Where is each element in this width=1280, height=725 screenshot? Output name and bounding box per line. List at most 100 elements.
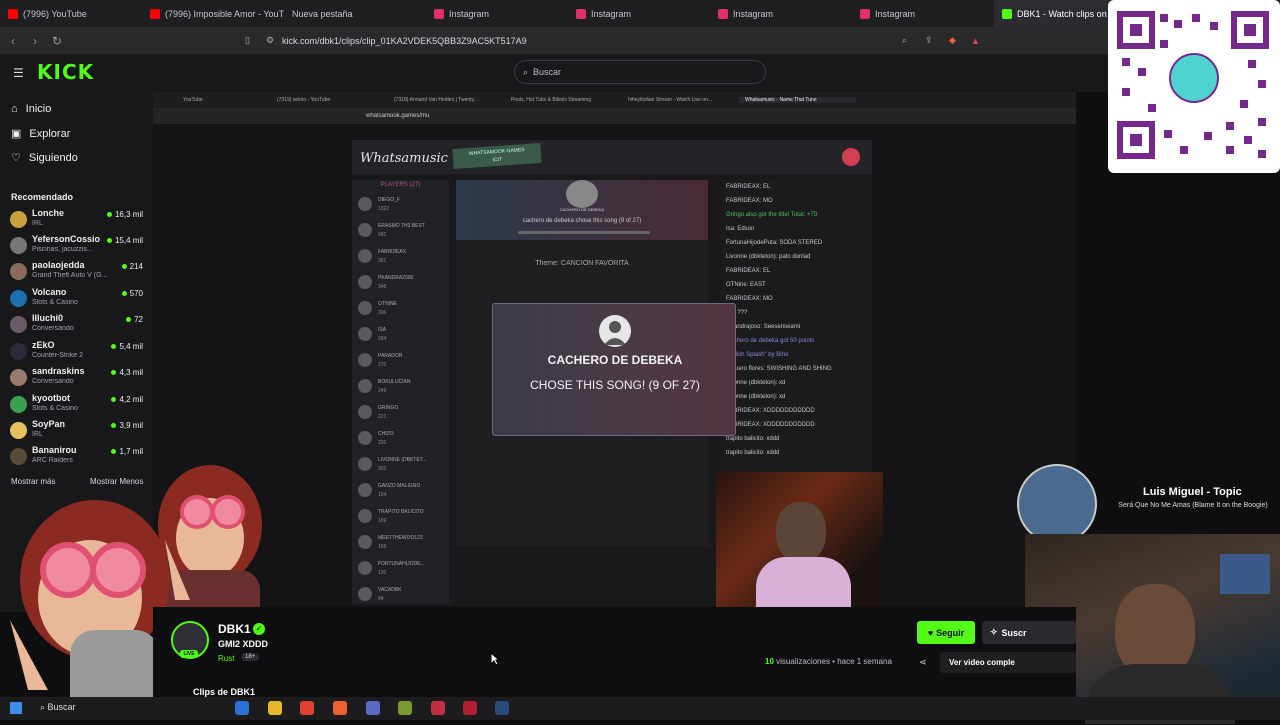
player-row: GRINGO 221	[358, 402, 446, 424]
address-bar[interactable]: ▯ ⚙ kick.com/dbk1/clips/clip_01KA2VDEK5Q…	[245, 30, 990, 51]
chrome-icon[interactable]	[300, 701, 314, 715]
player-row: CHIZO 220	[358, 428, 446, 450]
channel-item[interactable]: sandraskins Conversando 4,3 mil	[10, 366, 145, 388]
reload-icon[interactable]: ↻	[48, 32, 66, 50]
taskbar-search[interactable]: ⌕ Buscar	[40, 702, 76, 713]
youtube-icon	[8, 8, 18, 19]
share-icon[interactable]: ⇪	[925, 35, 933, 46]
channel-item[interactable]: Illuchi0 Conversando 72	[10, 313, 145, 335]
follow-button[interactable]: ♥ Seguir	[917, 621, 975, 644]
app-icon[interactable]	[398, 701, 412, 715]
game-header: Whatsamusic WHATSAMOOK GAMES ICIT	[352, 140, 872, 174]
avatar	[10, 396, 27, 413]
avatar	[358, 587, 372, 601]
sidebar-item-home[interactable]: ⌂ Inicio	[11, 103, 51, 115]
bookmark-icon[interactable]: ▯	[245, 35, 250, 46]
forward-icon[interactable]: ›	[26, 32, 44, 50]
discord-icon[interactable]	[366, 701, 380, 715]
modal-chooser-name: CACHERO DE DEBEKA	[547, 353, 683, 367]
avatar	[10, 263, 27, 280]
chat-message: Livonne (dbkteton): pato donlad	[726, 254, 811, 260]
brave-rewards-icon[interactable]: ▲	[971, 36, 980, 46]
now-playing-card: Luis Miguel - Topic Será Que No Me Amas …	[1017, 464, 1280, 544]
subscribe-button[interactable]: ✧ Suscr	[982, 621, 1076, 644]
inner-url: whatsamook.games/mu	[153, 108, 1076, 124]
avatar	[358, 223, 372, 237]
browser-tab[interactable]: Instagram	[426, 0, 568, 27]
browser-tab[interactable]: Instagram	[710, 0, 852, 27]
channel-item[interactable]: SoyPan IRL 3,9 mil	[10, 419, 145, 441]
browser-tab[interactable]: Instagram	[852, 0, 994, 27]
game-chat: FABRIDEAX: EL FABRIDEAX: MO Gringo also go…	[722, 180, 872, 470]
avatar	[358, 301, 372, 315]
channel-item[interactable]: paolaojedda Grand Theft Auto V (G... 214	[10, 260, 145, 282]
instagram-icon	[434, 8, 444, 19]
sidebar-item-explore[interactable]: ▣ Explorar	[11, 127, 70, 141]
person-head	[776, 502, 826, 562]
category-link[interactable]: Rust	[218, 654, 234, 663]
heart-icon: ♥	[927, 627, 934, 638]
app-icon[interactable]	[463, 701, 477, 715]
inner-tab-bar: YouTube (7319) sekiro - YouTube (7318) A…	[153, 92, 1076, 108]
yape-qr-code	[1108, 0, 1280, 173]
brave-shield-icon[interactable]: ◆	[949, 35, 956, 46]
live-dot	[111, 423, 117, 428]
channel-item[interactable]: YefersonCossio Piscinas, jacuzzis... 15,4 …	[10, 234, 145, 256]
clips-list-title: Clips de DBK1	[193, 687, 256, 697]
browser-tab[interactable]: Instagram	[568, 0, 710, 27]
channel-item[interactable]: zEkO Counter-Strike 2 5,4 mil	[10, 340, 145, 362]
album-art	[1017, 464, 1097, 544]
site-info-icon[interactable]: ⚙	[266, 35, 274, 46]
share-icon[interactable]: ⋖	[919, 657, 927, 668]
back-icon[interactable]: ‹	[4, 32, 22, 50]
avatar	[358, 561, 372, 575]
channel-item[interactable]: kyootbot Slots & Casino 4,2 mil	[10, 393, 145, 415]
search-input[interactable]: ⌕ Buscar	[514, 60, 766, 84]
player-row: OTNINE 306	[358, 298, 446, 320]
player-row: PARADOR 270	[358, 350, 446, 372]
player-row: BOKULUCIAN 249	[358, 376, 446, 398]
game-badge: WHATSAMOOK GAMES ICIT	[452, 142, 542, 170]
chat-message: trapito balicito: xddd	[726, 450, 780, 456]
chat-message: Gringo also got the title! Total: +70	[726, 212, 818, 218]
sidebar-item-following[interactable]: ♡ Siguiendo	[11, 151, 78, 165]
folder-icon[interactable]	[268, 701, 282, 715]
channel-item[interactable]: Lonche IRL 16,3 mil	[10, 208, 145, 230]
verified-icon: ✓	[253, 623, 265, 635]
live-dot	[106, 238, 112, 243]
streamer-webcam	[716, 472, 883, 607]
player-row: PKANDRA2000 348	[358, 272, 446, 294]
browser-tab[interactable]: (7996) Imposible Amor - YouTu...	[142, 0, 284, 27]
chat-message: trapito balicito: xddd	[726, 436, 780, 442]
full-video-button[interactable]: Ver video comple	[940, 652, 1076, 673]
views-info: 10 visualizaciones • hace 1 semana	[765, 657, 892, 666]
channel-name[interactable]: DBK1	[218, 622, 251, 636]
obs-icon[interactable]	[431, 701, 445, 715]
video-player[interactable]: YouTube (7319) sekiro - YouTube (7318) A…	[153, 92, 1076, 607]
chat-message: Cachero de debeka got 50 points	[726, 338, 815, 344]
progress-bar	[518, 231, 650, 234]
channel-item[interactable]: Volcano Slots & Casino 570	[10, 287, 145, 309]
avatar	[566, 180, 598, 208]
avatar	[358, 197, 372, 211]
browser-tab[interactable]: Nueva pestaña	[284, 0, 426, 27]
menu-icon[interactable]: ☰	[13, 66, 24, 80]
avatar	[10, 369, 27, 386]
song-title: Será Que No Me Amas (Blame It on the Boo…	[1118, 502, 1268, 509]
windows-start-icon[interactable]	[10, 702, 22, 714]
avatar	[358, 535, 372, 549]
brave-icon[interactable]	[333, 701, 347, 715]
player-row: VACADBK 84	[358, 584, 446, 606]
kick-logo[interactable]: KICK	[37, 60, 94, 84]
edge-icon[interactable]	[235, 701, 249, 715]
live-dot	[111, 344, 117, 349]
kick-header: ☰ KICK ⌕ Buscar	[0, 54, 1280, 92]
player-row: FORTUNAHIJODE... 120	[358, 558, 446, 580]
zoom-icon[interactable]: ⌕	[902, 35, 907, 46]
live-dot	[126, 317, 132, 322]
instagram-icon	[576, 8, 586, 19]
browser-tab[interactable]: (7996) YouTube	[0, 0, 142, 27]
compass-icon: ▣	[11, 128, 22, 140]
steam-icon[interactable]	[495, 701, 509, 715]
player-row: DIEGO_F 1322	[358, 194, 446, 216]
